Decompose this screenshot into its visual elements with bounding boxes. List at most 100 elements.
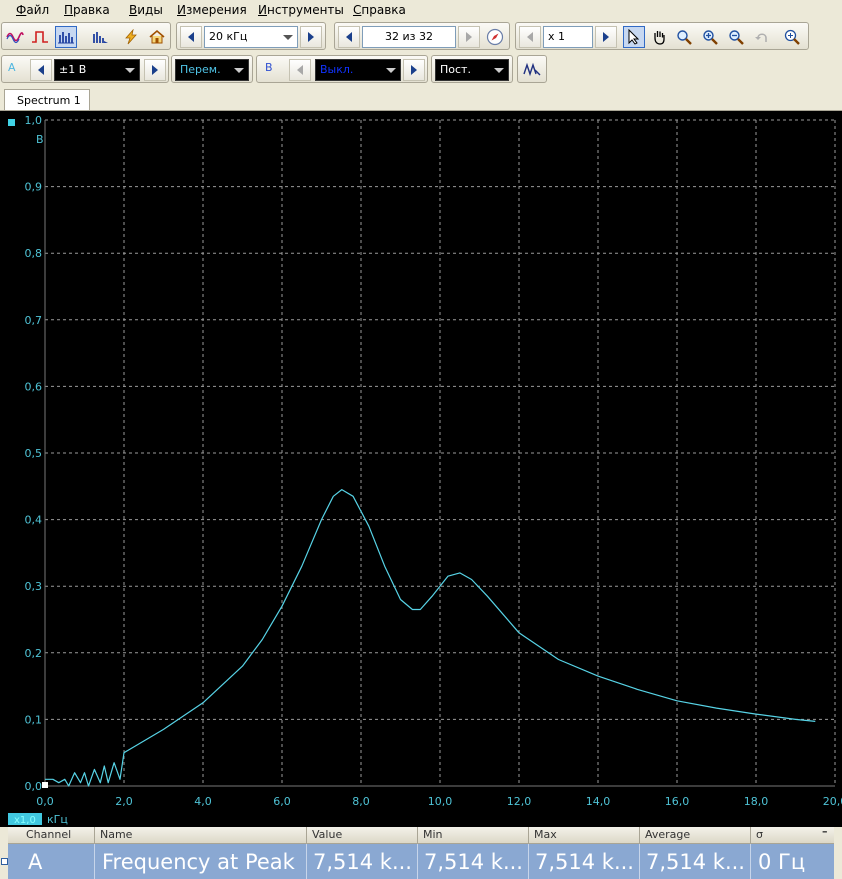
channel-b-label[interactable]: B [265,61,273,74]
y-tick-label: 0,0 [25,780,43,793]
select-tool-button[interactable] [623,26,645,48]
channel-a-range-increase-button[interactable] [144,59,166,81]
x-tick-label: 16,0 [665,795,690,808]
signal-generator-button[interactable] [521,59,543,81]
x-tick-label: 12,0 [507,795,532,808]
chevron-down-icon [283,35,293,40]
persistence-mode-button[interactable] [29,26,51,48]
view-tab-strip: Spectrum 1 [0,87,842,111]
auto-setup-button[interactable] [120,26,142,48]
chevron-down-icon [494,68,504,73]
row-value: 7,514 k... [313,850,412,874]
arrow-left-icon [346,32,352,42]
zoom-region-button[interactable] [673,26,695,48]
menu-help[interactable]: Справка [353,3,406,17]
zoom-group: x 1 [515,22,809,50]
arrow-right-icon [308,32,314,42]
timebase-decrease-button[interactable] [180,26,202,48]
x-tick-label: 20,0 [823,795,842,808]
row-average: 7,514 k... [646,850,745,874]
channel-b-coupling-value: Пост. [440,63,471,76]
capture-counter[interactable]: 32 из 32 [362,26,456,48]
menu-measurements[interactable]: Измерения [177,3,247,17]
hand-tool-button[interactable] [648,26,670,48]
timebase-select[interactable]: 20 кГц [204,26,298,48]
row-select-indicator[interactable] [1,858,8,865]
collapse-icon[interactable]: – [822,825,828,838]
channel-b-range-value: Выкл. [320,63,354,76]
spectrum-chart-svg[interactable]: 0,0 0,1 0,2 0,3 0,4 0,5 0,6 0,7 0,8 0,9 1,0 0,0 2,0… [0,111,842,827]
spectrum-bars-icon [58,32,74,44]
zoom-factor-increase-button[interactable] [595,26,617,48]
default-setup-button[interactable] [146,26,168,48]
col-name[interactable]: Name [100,828,132,841]
arrow-right-icon [603,32,609,42]
x-tick-label: 8,0 [352,795,370,808]
chevron-down-icon [386,68,396,73]
arrow-left-icon [527,32,533,42]
zoom-factor-decrease-button[interactable] [519,26,541,48]
zoom-overview-button[interactable] [781,26,803,48]
buffer-navigator-button[interactable] [484,26,506,48]
menu-views[interactable]: Виды [129,3,163,17]
menu-edit[interactable]: Правка [64,3,110,17]
timebase-group: 20 кГц [176,22,326,50]
measurements-table: Channel Name Value Min Max Average σ – A… [0,825,842,879]
col-sigma[interactable]: σ [756,828,763,841]
channel-a-label[interactable]: A [8,61,16,74]
channel-b-range-select[interactable]: Выкл. [315,59,401,81]
spectrum-trace-channel-a [45,489,816,787]
next-capture-button[interactable] [458,26,480,48]
scope-mode-button[interactable] [4,26,26,48]
col-value[interactable]: Value [312,828,342,841]
y-tick-label: 0,6 [25,380,43,393]
col-min[interactable]: Min [423,828,443,841]
magnifier-icon [677,30,692,45]
y-tick-label: 0,5 [25,447,43,460]
channel-a-range-select[interactable]: ±1 В [54,59,140,81]
table-row[interactable]: A Frequency at Peak 7,514 k... 7,514 k..… [8,844,834,879]
channel-b-range-decrease-button[interactable] [289,59,311,81]
main-toolbar: 20 кГц 32 из 32 x 1 [0,21,842,51]
zoom-in-button[interactable] [699,26,721,48]
previous-capture-button[interactable] [338,26,360,48]
y-tick-label: 0,4 [25,514,43,527]
chart-grid [44,119,836,787]
timebase-increase-button[interactable] [300,26,322,48]
channel-b-coupling-select[interactable]: Пост. [435,59,509,81]
spectrum-options-button[interactable] [89,26,111,48]
menu-bar: Файл Правка Виды Измерения Инструменты С… [0,0,842,20]
arrow-left-icon [188,32,194,42]
menu-tools[interactable]: Инструменты [258,3,344,17]
col-max[interactable]: Max [534,828,557,841]
x-axis-unit-label: кГц [47,813,68,826]
arrow-left-icon [297,65,303,75]
spectrum-mode-button[interactable] [55,26,77,48]
hand-icon [654,31,665,45]
y-tick-label: 0,7 [25,314,43,327]
col-average[interactable]: Average [645,828,690,841]
col-channel[interactable]: Channel [26,828,71,841]
zoom-out-button[interactable] [725,26,747,48]
channel-a-coupling-select[interactable]: Перем. [175,59,249,81]
undo-zoom-button[interactable] [751,26,773,48]
compass-icon [486,28,504,46]
measurements-header: Channel Name Value Min Max Average σ – [8,825,834,844]
row-max: 7,514 k... [535,850,634,874]
channel-a-group: A ±1 В [1,55,169,83]
arrow-left-icon [38,65,44,75]
spectrum-plot[interactable]: 0,0 0,1 0,2 0,3 0,4 0,5 0,6 0,7 0,8 0,9 1,0 0,0 2,0… [0,111,842,827]
channel-b-range-increase-button[interactable] [403,59,425,81]
zoom-factor-select[interactable]: x 1 [543,26,593,48]
origin-marker[interactable] [42,782,48,788]
pulse-icon [32,31,48,43]
menu-file[interactable]: Файл [16,3,49,17]
row-sigma: 0 Гц [758,850,806,874]
x-axis-marker-label: x1,0 [14,815,36,826]
channel-a-range-decrease-button[interactable] [30,59,52,81]
x-tick-label: 14,0 [586,795,611,808]
tab-spectrum-1[interactable]: Spectrum 1 [4,89,90,110]
channel-a-axis-marker[interactable] [8,119,15,126]
channel-b-coupling-group: Пост. [431,55,513,83]
chevron-down-icon [125,68,135,73]
